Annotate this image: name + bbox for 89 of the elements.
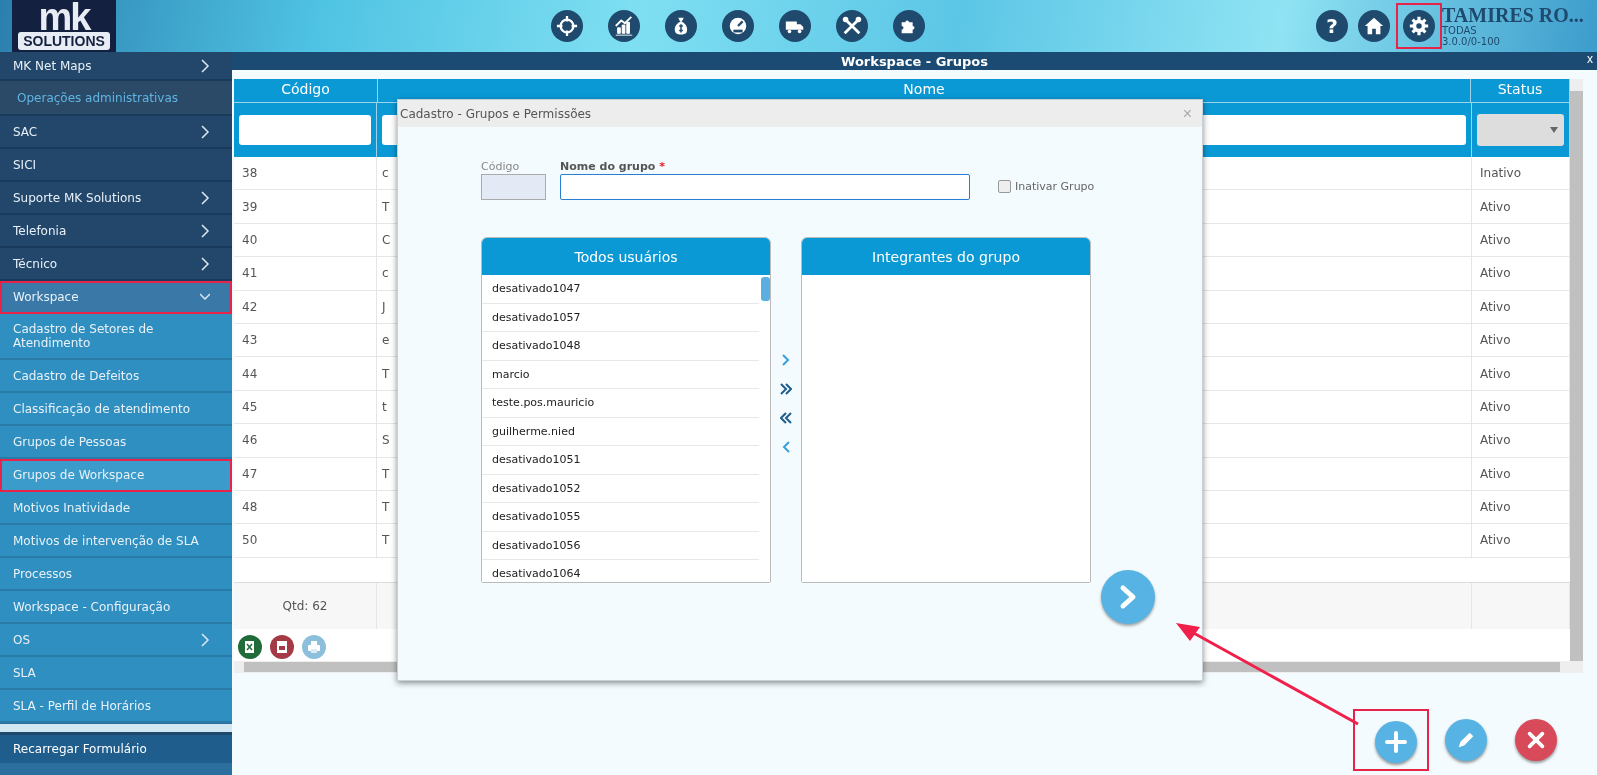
delete-button[interactable] <box>1515 719 1557 761</box>
settings-button[interactable] <box>1403 10 1435 42</box>
document-icon <box>275 640 289 654</box>
crosshair-icon <box>556 15 578 37</box>
table-cell: 48 <box>234 490 377 524</box>
scrollbar-thumb[interactable] <box>761 277 770 301</box>
table-cell: 38 <box>234 157 377 190</box>
code-filter-field[interactable] <box>239 115 371 145</box>
sidebar-item[interactable]: Técnico <box>0 248 232 281</box>
dialog-title: Cadastro - Grupos e Permissões <box>400 106 592 121</box>
checkbox[interactable] <box>998 180 1011 193</box>
list-item[interactable]: desativado1052 <box>482 474 759 503</box>
company-label: TODAS <box>1442 25 1478 36</box>
spreadsheet-icon <box>243 640 257 654</box>
double-chevron-right-icon[interactable] <box>780 382 792 396</box>
list-item[interactable]: desativado1048 <box>482 332 759 361</box>
double-chevron-left-icon[interactable] <box>780 411 792 425</box>
table-cell: 47 <box>234 457 377 490</box>
edit-button[interactable] <box>1445 719 1487 761</box>
logo-text: SOLUTIONS <box>18 32 110 50</box>
sidebar-item[interactable]: SAC <box>0 116 232 149</box>
close-button[interactable]: x <box>1587 52 1593 66</box>
crosshair-module-button[interactable] <box>551 10 583 42</box>
tools-module-button[interactable] <box>836 10 868 42</box>
list-header: Integrantes do grupo <box>802 238 1090 275</box>
list-item[interactable]: desativado1055 <box>482 503 759 532</box>
group-name-field[interactable] <box>560 174 970 200</box>
sidebar-item[interactable]: Suporte MK Solutions <box>0 182 232 215</box>
chevron-right-icon <box>200 632 210 647</box>
home-icon <box>1363 15 1385 37</box>
close-icon <box>1525 729 1547 751</box>
table-cell: 42 <box>234 290 377 323</box>
caret-icon <box>1550 127 1558 133</box>
pdf-export-button[interactable] <box>270 635 294 659</box>
list-item[interactable]: desativado1051 <box>482 446 759 475</box>
reload-form-button[interactable]: Recarregar Formulário <box>0 735 232 763</box>
table-cell: 45 <box>234 390 377 424</box>
chevron-right-icon <box>200 190 210 205</box>
plus-icon <box>1384 730 1408 754</box>
user-name: TAMIRES RO... <box>1442 5 1585 25</box>
chevron-right-icon[interactable] <box>780 353 792 367</box>
list-item[interactable]: desativado1047 <box>482 275 759 304</box>
table-cell: 41 <box>234 257 377 290</box>
money-module-button[interactable] <box>665 10 697 42</box>
chevron-left-icon[interactable] <box>780 440 792 454</box>
home-button[interactable] <box>1358 10 1390 42</box>
sidebar-item[interactable]: SICI <box>0 149 232 182</box>
vertical-scrollbar[interactable] <box>1570 79 1583 673</box>
list-item[interactable]: teste.pos.mauricio <box>482 389 759 418</box>
puzzle-module-button[interactable] <box>893 10 925 42</box>
chart-module-button[interactable] <box>608 10 640 42</box>
table-cell: 46 <box>234 424 377 457</box>
add-button[interactable] <box>1375 721 1417 763</box>
excel-export-button[interactable] <box>238 635 262 659</box>
chevron-right-icon <box>200 58 210 73</box>
list-item[interactable]: desativado1056 <box>482 531 759 560</box>
sidebar-item[interactable]: Telefonia <box>0 215 232 248</box>
logo-mark: mk <box>38 2 90 32</box>
chevron-right-icon <box>200 223 210 238</box>
list-item[interactable]: marcio <box>482 360 759 389</box>
sidebar-item[interactable]: Workspace <box>0 281 232 314</box>
chevron-right-icon <box>200 124 210 139</box>
gauge-icon <box>727 15 749 37</box>
field-label: Código <box>481 160 521 174</box>
required-mark: * <box>659 160 665 173</box>
version-label: 3.0.0/0-100 <box>1442 36 1501 47</box>
list-header: Todos usuários <box>482 238 770 275</box>
checkbox-label: Inativar Grupo <box>1015 180 1095 193</box>
list-item[interactable]: guilherme.nied <box>482 417 759 446</box>
field-label: Nome do grupo <box>560 160 656 173</box>
sidebar-section-title: Operações administrativas <box>0 81 232 116</box>
printer-icon <box>307 640 321 654</box>
table-cell: 39 <box>234 190 377 223</box>
table-cell: 44 <box>234 357 377 390</box>
list-item[interactable]: desativado1057 <box>482 303 759 332</box>
panel-title: Workspace - Grupos <box>841 53 988 69</box>
chevron-right-icon <box>200 256 210 271</box>
tools-icon <box>841 15 863 37</box>
list-item[interactable]: desativado1064 <box>482 560 759 582</box>
gauge-module-button[interactable] <box>722 10 754 42</box>
table-cell: 43 <box>234 323 377 357</box>
table-cell: 40 <box>234 223 377 257</box>
help-button[interactable]: ? <box>1316 10 1348 42</box>
sidebar-item[interactable]: MK Net Maps <box>0 52 232 81</box>
truck-module-button[interactable] <box>779 10 811 42</box>
settings-icon <box>1408 15 1430 37</box>
table-cell: 50 <box>234 524 377 557</box>
chart-icon <box>613 15 635 37</box>
next-button[interactable] <box>1101 570 1155 624</box>
